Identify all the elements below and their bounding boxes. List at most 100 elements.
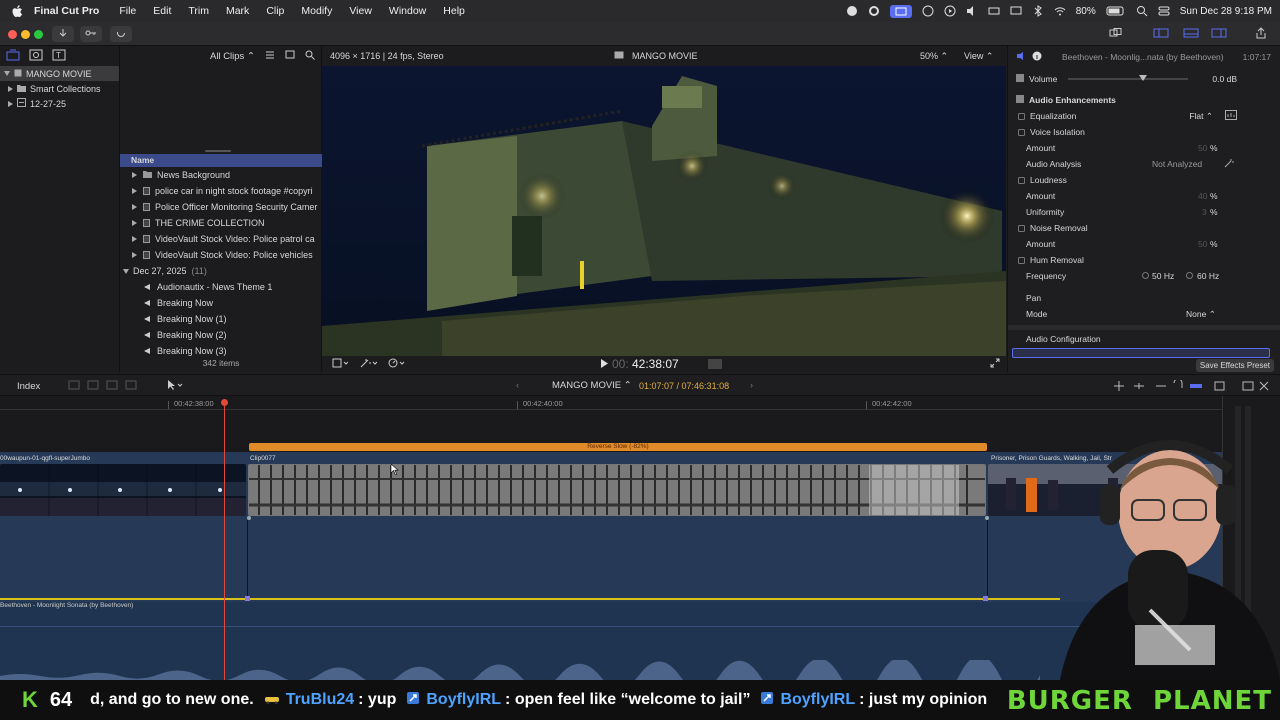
list-item[interactable]: Breaking Now (2) — [120, 327, 322, 343]
workspace-menu-button[interactable] — [1105, 26, 1127, 42]
library-item-smart-collections[interactable]: Smart Collections — [0, 81, 119, 96]
menu-trim[interactable]: Trim — [188, 5, 209, 17]
loudness-checkbox[interactable] — [1018, 176, 1025, 184]
transform-icon[interactable] — [332, 358, 349, 370]
list-item[interactable]: News Background — [120, 167, 322, 183]
battery-icon[interactable] — [1106, 5, 1126, 17]
speed-icon[interactable] — [388, 358, 406, 370]
list-item[interactable]: Audionautix - News Theme 1 — [120, 279, 322, 295]
screen-share-icon[interactable] — [889, 4, 912, 18]
disclosure-icon[interactable] — [4, 71, 10, 76]
share-button[interactable] — [1250, 26, 1272, 42]
list-item[interactable]: Police Officer Monitoring Security Camer — [120, 199, 322, 215]
save-effects-preset-button[interactable]: Save Effects Preset — [1195, 359, 1274, 372]
hum-removal-checkbox[interactable] — [1018, 256, 1025, 264]
amount-value[interactable]: 50 — [1198, 239, 1207, 249]
list-item[interactable]: Breaking Now (1) — [120, 311, 322, 327]
retime-bar[interactable]: Reverse Slow (-82%) — [249, 443, 987, 451]
library-item-mango-movie[interactable]: MANGO MOVIE — [0, 66, 119, 81]
menu-edit[interactable]: Edit — [153, 5, 171, 17]
forward-arrow-icon[interactable]: › — [750, 380, 753, 390]
volume-icon[interactable] — [966, 5, 978, 17]
keyframe-marker[interactable] — [983, 596, 988, 601]
list-item[interactable]: Breaking Now (3) — [120, 343, 322, 359]
menu-modify[interactable]: Modify — [301, 5, 332, 17]
video-clip-selected[interactable] — [248, 464, 986, 516]
magic-wand-icon[interactable] — [1224, 158, 1234, 170]
disclosure-icon[interactable] — [132, 236, 137, 242]
list-item[interactable]: Breaking Now — [120, 295, 322, 311]
zoom-window-button[interactable] — [34, 30, 43, 39]
clip-filter-dropdown[interactable]: All Clips ⌃ — [210, 51, 255, 62]
disclosure-icon[interactable] — [132, 252, 137, 258]
volume-value[interactable]: 0.0 dB — [1212, 74, 1237, 84]
audio-config-channel[interactable] — [1012, 348, 1270, 358]
keyboard-icon[interactable] — [988, 5, 1000, 17]
noise-removal-checkbox[interactable] — [1018, 224, 1025, 232]
event-group-header[interactable]: Dec 27, 2025 (11) — [120, 263, 322, 279]
close-window-button[interactable] — [8, 30, 17, 39]
timeline-ruler[interactable]: 00:42:38:00 00:42:40:00 00:42:42:00 — [0, 396, 1222, 410]
grid-status-icon[interactable] — [922, 5, 934, 17]
disclosure-icon[interactable] — [123, 268, 129, 274]
clip-appearance-icons[interactable] — [68, 380, 148, 392]
record-status-icon[interactable] — [846, 5, 858, 17]
eq-graph-icon[interactable] — [1225, 110, 1237, 122]
menu-mark[interactable]: Mark — [226, 5, 249, 17]
layout-browser-button[interactable] — [1150, 26, 1172, 42]
layout-inspector-button[interactable] — [1208, 26, 1230, 42]
uniformity-value[interactable]: 3 — [1202, 207, 1207, 217]
list-item[interactable]: VideoVault Stock Video: Police patrol ca — [120, 231, 322, 247]
disclosure-icon[interactable] — [8, 85, 13, 92]
play-status-icon[interactable] — [944, 5, 956, 17]
minimize-window-button[interactable] — [21, 30, 30, 39]
audio-lane[interactable]: Beethoven - Moonlight Sonata (by Beethov… — [0, 596, 1222, 680]
bluetooth-icon[interactable] — [1032, 5, 1044, 17]
search-icon[interactable] — [1136, 5, 1148, 17]
menu-help[interactable]: Help — [443, 5, 465, 17]
back-arrow-icon[interactable]: ‹ — [516, 380, 519, 390]
control-center-icon[interactable] — [1158, 5, 1170, 17]
info-tab-icon[interactable] — [1032, 51, 1042, 63]
audio-volume-line[interactable] — [0, 598, 1060, 600]
keyframe-marker[interactable] — [245, 596, 250, 601]
menu-view[interactable]: View — [349, 5, 372, 17]
menu-window[interactable]: Window — [389, 5, 426, 17]
playhead-handle[interactable] — [221, 399, 228, 406]
fullscreen-icon[interactable] — [990, 358, 1000, 370]
video-clip[interactable] — [0, 464, 246, 516]
gear-status-icon[interactable] — [868, 5, 880, 17]
playhead[interactable] — [224, 400, 225, 680]
play-button[interactable] — [600, 358, 608, 370]
media-browser-icon[interactable] — [6, 49, 20, 63]
search-icon[interactable] — [305, 50, 315, 63]
select-tool-icon[interactable] — [166, 379, 186, 393]
list-view-icon[interactable] — [285, 50, 295, 62]
import-button[interactable] — [52, 26, 74, 42]
equalization-checkbox[interactable] — [1018, 112, 1025, 120]
list-item[interactable]: police car in night stock footage #copyr… — [120, 183, 322, 199]
filmstrip-view-icon[interactable] — [265, 50, 275, 62]
equalization-dropdown[interactable]: Flat ⌃ — [1189, 111, 1213, 122]
pan-mode-dropdown[interactable]: None ⌃ — [1186, 309, 1216, 320]
column-header-name[interactable]: Name — [120, 154, 322, 167]
menu-file[interactable]: File — [119, 5, 136, 17]
wifi-icon[interactable] — [1054, 5, 1066, 17]
disclosure-icon[interactable] — [8, 100, 13, 107]
disclosure-icon[interactable] — [132, 220, 137, 226]
timeline-tools-icons[interactable] — [1112, 378, 1272, 394]
disclosure-icon[interactable] — [132, 172, 137, 178]
enhance-icon[interactable] — [360, 358, 378, 370]
index-button[interactable]: Index — [17, 381, 40, 392]
library-item-event[interactable]: 12-27-25 — [0, 96, 119, 111]
menu-clip[interactable]: Clip — [266, 5, 284, 17]
amount-value[interactable]: 50 — [1198, 143, 1207, 153]
list-item[interactable]: VideoVault Stock Video: Police vehicles — [120, 247, 322, 263]
viewer-frame[interactable] — [322, 66, 1006, 356]
photos-icon[interactable] — [29, 49, 43, 63]
display-icon[interactable] — [1010, 5, 1022, 17]
project-dropdown[interactable]: MANGO MOVIE ⌃ — [552, 380, 632, 391]
zoom-dropdown[interactable]: 50% ⌃ — [920, 51, 948, 62]
voice-isolation-checkbox[interactable] — [1018, 128, 1025, 136]
titles-icon[interactable]: T — [52, 49, 66, 63]
